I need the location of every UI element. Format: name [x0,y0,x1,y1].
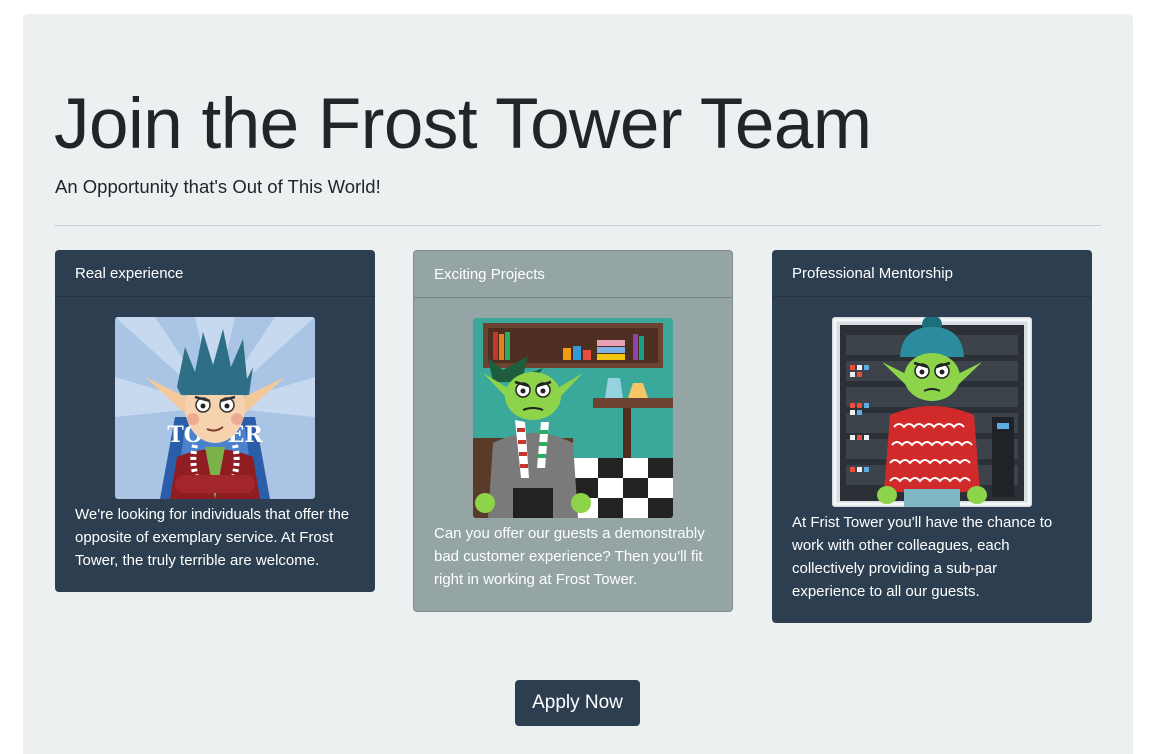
card-exciting-projects: Exciting Projects Can you offer our gues… [413,250,733,612]
goblin-lab-image [473,318,673,518]
goblin-server-image [832,317,1032,507]
page-title: Join the Frost Tower Team [54,85,872,164]
card-professional-mentorship: Professional Mentorship At Frist Tower y… [772,250,1092,623]
page-subtitle: An Opportunity that's Out of This World! [55,176,381,197]
card-header: Real experience [55,250,375,297]
card-text: We're looking for individuals that offer… [75,506,350,569]
elf-manager-image: TOWER [115,317,315,499]
hero-jumbotron: Join the Frost Tower Team An Opportunity… [23,14,1133,754]
card-header: Exciting Projects [414,251,732,298]
apply-now-button[interactable]: Apply Now [515,680,640,726]
divider [54,225,1101,226]
card-text: Can you offer our guests a demonstrably … [434,525,705,588]
card-real-experience: Real experience TOWER [55,250,375,592]
card-header: Professional Mentorship [772,250,1092,297]
card-text: At Frist Tower you'll have the chance to… [792,514,1053,600]
